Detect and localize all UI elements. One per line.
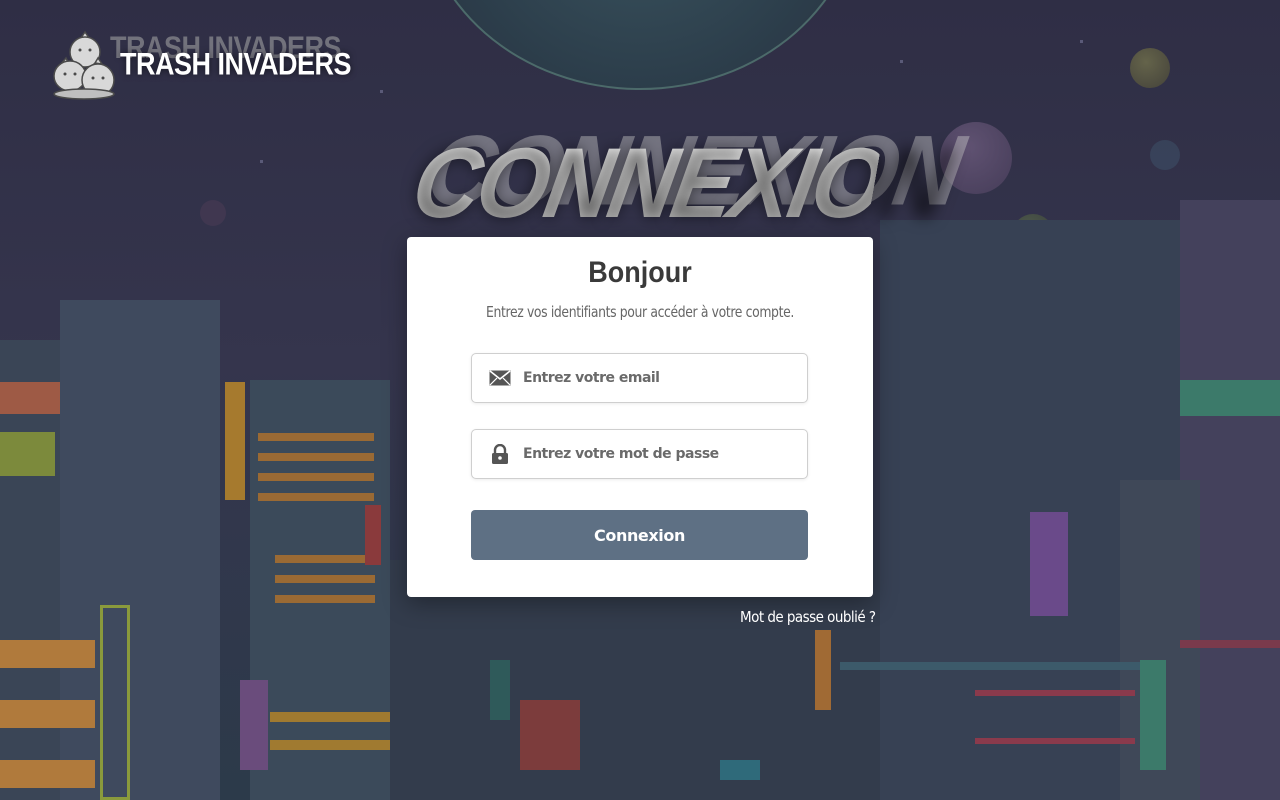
planet — [1130, 48, 1170, 88]
building-window — [0, 432, 55, 476]
building-window — [258, 493, 374, 501]
planet — [1150, 140, 1180, 170]
neon-sign — [815, 630, 831, 710]
password-field[interactable] — [471, 429, 808, 479]
neon-sign — [1030, 512, 1068, 616]
neon-sign — [1140, 660, 1166, 770]
building-window — [258, 433, 374, 441]
neon-sign — [100, 605, 130, 800]
lock-icon — [489, 444, 511, 464]
building-window — [975, 738, 1135, 744]
building-window — [975, 690, 1135, 696]
neon-sign — [240, 680, 268, 770]
trash-bags-logo-icon — [52, 28, 118, 100]
building-window — [720, 760, 760, 780]
login-button[interactable]: Connexion — [471, 510, 808, 560]
building-window — [275, 555, 375, 563]
email-input[interactable] — [523, 370, 783, 386]
building-window — [0, 700, 95, 728]
neon-sign — [365, 505, 381, 565]
building-window — [0, 640, 95, 668]
building-window — [270, 740, 390, 750]
building-window — [258, 473, 374, 481]
building-window — [1180, 380, 1280, 416]
planet — [200, 200, 226, 226]
logo-text: TRASH INVADERS TRASH INVADERS — [110, 30, 352, 82]
building-window — [270, 712, 390, 722]
building-window — [275, 575, 375, 583]
card-subtitle: Entrez vos identifiants pour accéder à v… — [486, 303, 794, 321]
building-window — [520, 700, 580, 770]
building-window — [1180, 640, 1280, 648]
page-heading: CONNEXION CONNEXION — [404, 116, 969, 247]
building-window — [490, 660, 510, 720]
building — [250, 380, 390, 800]
email-field[interactable] — [471, 353, 808, 403]
building-window — [0, 760, 95, 788]
star — [900, 60, 903, 63]
star — [1080, 40, 1083, 43]
logo-text-main: TRASH INVADERS — [120, 46, 352, 81]
card-title: Bonjour — [588, 255, 692, 289]
star — [380, 90, 383, 93]
building-window — [840, 662, 1140, 670]
star — [260, 160, 263, 163]
page-heading-text: CONNEXION — [404, 128, 955, 241]
password-input[interactable] — [523, 446, 783, 462]
building-window — [275, 595, 375, 603]
app-logo[interactable]: TRASH INVADERS TRASH INVADERS — [52, 28, 352, 100]
envelope-icon — [489, 368, 511, 388]
login-card: Bonjour Entrez vos identifiants pour acc… — [407, 237, 873, 597]
building-window — [258, 453, 374, 461]
neon-sign — [225, 382, 245, 500]
forgot-password-link[interactable]: Mot de passe oublié ? — [740, 608, 876, 626]
